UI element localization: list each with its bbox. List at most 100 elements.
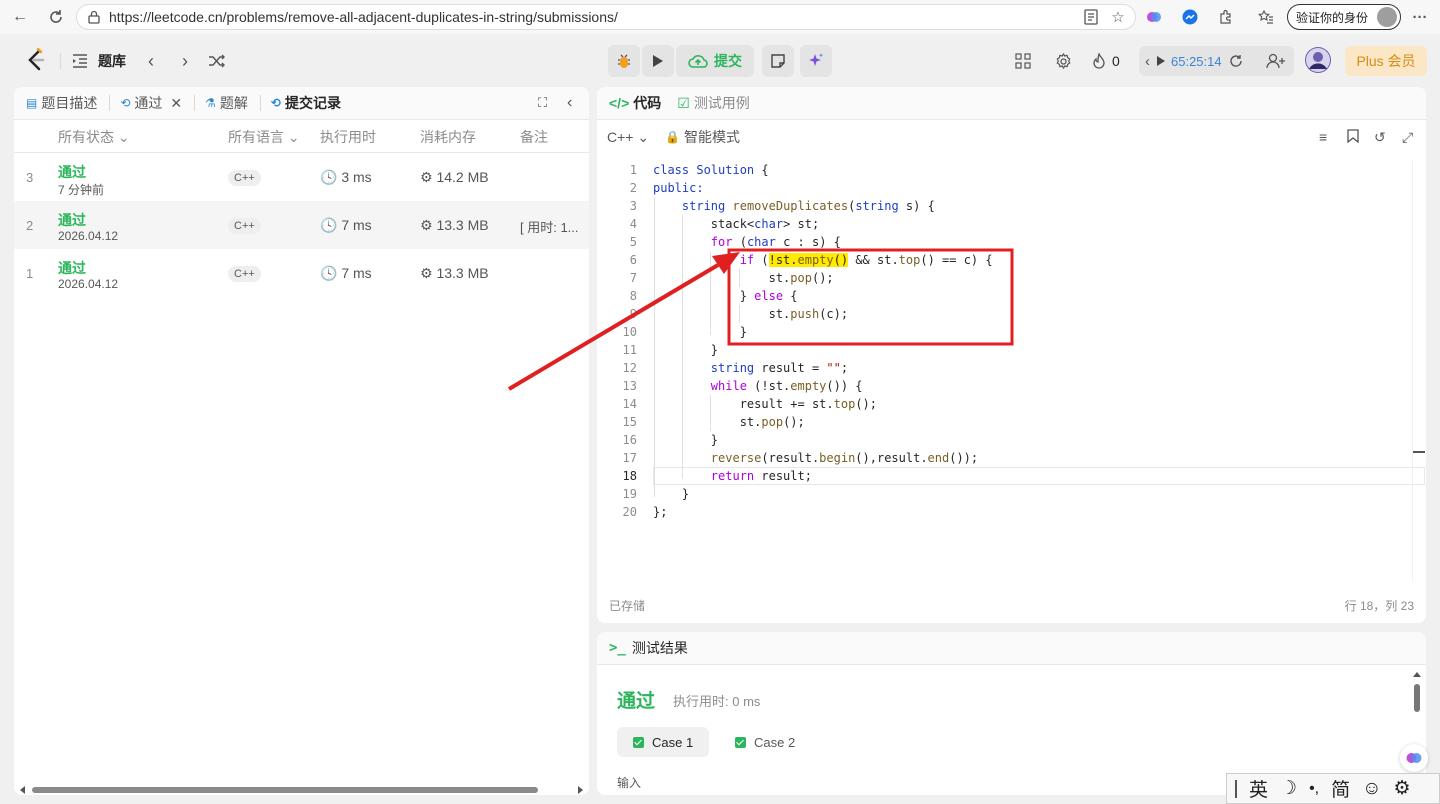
timer-collapse-icon[interactable]: ‹ [1145, 53, 1150, 70]
format-code-icon[interactable]: ≡ [1319, 129, 1327, 145]
problem-bank-button[interactable]: 题库 [72, 50, 126, 72]
line-number: 12 [622, 361, 637, 375]
favorite-star-icon[interactable]: ☆ [1108, 7, 1128, 27]
row-note[interactable]: [ 用时: 1... [520, 217, 579, 236]
code-line: } [653, 487, 690, 501]
ime-punctuation[interactable]: •, [1309, 780, 1319, 798]
case-1-label: Case 1 [652, 734, 694, 750]
code-editor-panel: </> 代码 ☑ 测试用例 C++ ⌄ 🔒 智能模式 ≡ ↺ ⤢ 1 class… [597, 87, 1426, 623]
reset-code-icon[interactable]: ↺ [1374, 129, 1386, 146]
description-doc-icon: ▤ [26, 96, 38, 110]
timer-play-icon[interactable] [1156, 55, 1166, 67]
prev-problem-icon[interactable]: ‹ [142, 50, 160, 72]
code-line: result += st.top(); [653, 397, 877, 411]
test-result-panel: >_ 测试结果 通过 执行用时: 0 ms Case 1 Case 2 输入 [597, 632, 1426, 795]
row-date: 2026.04.12 [58, 229, 119, 243]
case-2-button[interactable]: Case 2 [719, 727, 811, 757]
language-filter[interactable]: 所有语言 ⌄ [228, 127, 300, 147]
ai-helper-float-button[interactable] [1400, 744, 1428, 772]
back-arrow-icon[interactable]: ← [10, 7, 30, 27]
verify-identity-button[interactable]: 验证你的身份 [1287, 4, 1401, 30]
fullscreen-icon[interactable]: ⤢ [1402, 129, 1413, 146]
close-tab-icon[interactable]: ✕ [170, 95, 182, 112]
status-filter[interactable]: 所有状态 ⌄ [58, 127, 130, 147]
horizontal-scrollbar[interactable] [18, 783, 585, 794]
tab-description[interactable]: ▤ 题目描述 [26, 93, 97, 113]
submit-label: 提交 [714, 53, 742, 69]
notes-header: 备注 [520, 129, 548, 145]
favorites-list-icon[interactable] [1256, 7, 1276, 27]
refresh-icon[interactable] [46, 7, 66, 27]
streak-counter[interactable]: 0 [1092, 51, 1120, 71]
submit-button[interactable]: 提交 [676, 45, 754, 77]
status-filter-label: 所有状态 [58, 129, 114, 145]
vertical-scrollbar-track[interactable] [1412, 161, 1413, 581]
notes-button[interactable] [762, 45, 794, 77]
runtime-header: 执行用时 [320, 129, 376, 145]
ime-settings-icon[interactable]: ⚙ [1394, 777, 1411, 800]
user-avatar[interactable] [1305, 47, 1331, 73]
sparkle-icon [809, 53, 824, 66]
collapse-panel-icon[interactable]: ‹ [567, 94, 572, 112]
bookmark-icon[interactable] [1347, 128, 1359, 146]
more-options-icon[interactable]: ··· [1410, 7, 1430, 27]
plus-membership-button[interactable]: Plus 会员 [1345, 46, 1427, 76]
leetcode-logo-icon[interactable] [24, 48, 48, 72]
debug-button[interactable] [608, 45, 640, 77]
code-line: st.pop(); [653, 271, 834, 285]
tab-solutions-label: 题解 [219, 95, 248, 111]
line-number: 8 [629, 289, 637, 303]
tab-solutions[interactable]: ⚗ 题解 [205, 93, 248, 113]
settings-gear-icon[interactable] [1053, 51, 1073, 71]
submission-row[interactable]: 3 通过 7 分钟前 C++ 🕓 3 ms ⚙ 14.2 MB [14, 153, 589, 201]
messenger-icon[interactable] [1180, 7, 1200, 27]
next-problem-icon[interactable]: › [176, 50, 194, 72]
ime-language[interactable]: 英 [1249, 775, 1268, 802]
submission-row[interactable]: 2 通过 2026.04.12 C++ 🕓 7 ms ⚙ 13.3 MB [ 用… [14, 201, 589, 249]
chevron-down-icon: ⌄ [117, 129, 130, 145]
ai-assistant-button[interactable] [800, 45, 832, 77]
tab-testcase[interactable]: 测试用例 [694, 93, 750, 113]
row-status[interactable]: 通过 [58, 210, 86, 230]
check-icon [735, 736, 746, 748]
layout-grid-icon[interactable] [1013, 51, 1033, 71]
extensions-icon[interactable] [1216, 7, 1236, 27]
line-number: 13 [622, 379, 637, 393]
reader-mode-icon[interactable] [1081, 7, 1101, 27]
site-info-icon[interactable] [87, 10, 101, 24]
tab-code[interactable]: 代码 [633, 93, 661, 113]
language-select[interactable]: C++ ⌄ [607, 129, 649, 146]
ime-emoji-icon[interactable]: ☺ [1362, 778, 1381, 800]
overview-ruler-marker [1413, 451, 1425, 453]
case-1-button[interactable]: Case 1 [617, 727, 710, 757]
tab-divider [194, 95, 196, 111]
url-text: https://leetcode.cn/problems/remove-all-… [109, 9, 618, 25]
maximize-icon[interactable]: ⛶ [538, 95, 547, 111]
ime-moon-icon[interactable]: ☽ [1280, 777, 1297, 800]
app-header: 题库 ‹ › 提交 0 ‹ 65:25:14 Plus 会员 [0, 34, 1440, 86]
add-friend-icon[interactable] [1265, 51, 1287, 71]
copilot-icon[interactable] [1144, 7, 1164, 27]
smart-mode-label[interactable]: 智能模式 [684, 127, 740, 147]
timer-reset-icon[interactable] [1229, 54, 1243, 68]
row-memory: ⚙ 13.3 MB [420, 217, 489, 234]
ime-drag-handle[interactable] [1235, 779, 1237, 798]
tab-description-label: 题目描述 [41, 95, 98, 111]
row-status[interactable]: 通过 [58, 258, 86, 278]
code-tab-bar: </> 代码 ☑ 测试用例 [597, 87, 1426, 120]
tab-passed[interactable]: ⟲ 通过 ✕ [120, 93, 182, 113]
submission-row[interactable]: 1 通过 2026.04.12 C++ 🕓 7 ms ⚙ 13.3 MB [14, 249, 589, 297]
tab-submissions[interactable]: ⟲ 提交记录 [271, 93, 341, 113]
random-problem-icon[interactable] [207, 51, 227, 71]
row-index: 1 [26, 266, 34, 281]
chip-icon: ⚙ [420, 265, 433, 281]
row-status[interactable]: 通过 [58, 162, 86, 182]
debug-bug-icon [618, 54, 630, 68]
ime-script[interactable]: 简 [1331, 775, 1350, 802]
result-title[interactable]: 测试结果 [632, 638, 688, 658]
flame-icon [1093, 52, 1105, 69]
address-bar[interactable]: https://leetcode.cn/problems/remove-all-… [76, 4, 1136, 30]
run-button[interactable] [642, 45, 674, 77]
language-select-label: C++ [607, 128, 634, 145]
code-area[interactable]: 1 class Solution { 2 public: 3 string re… [597, 161, 1426, 601]
